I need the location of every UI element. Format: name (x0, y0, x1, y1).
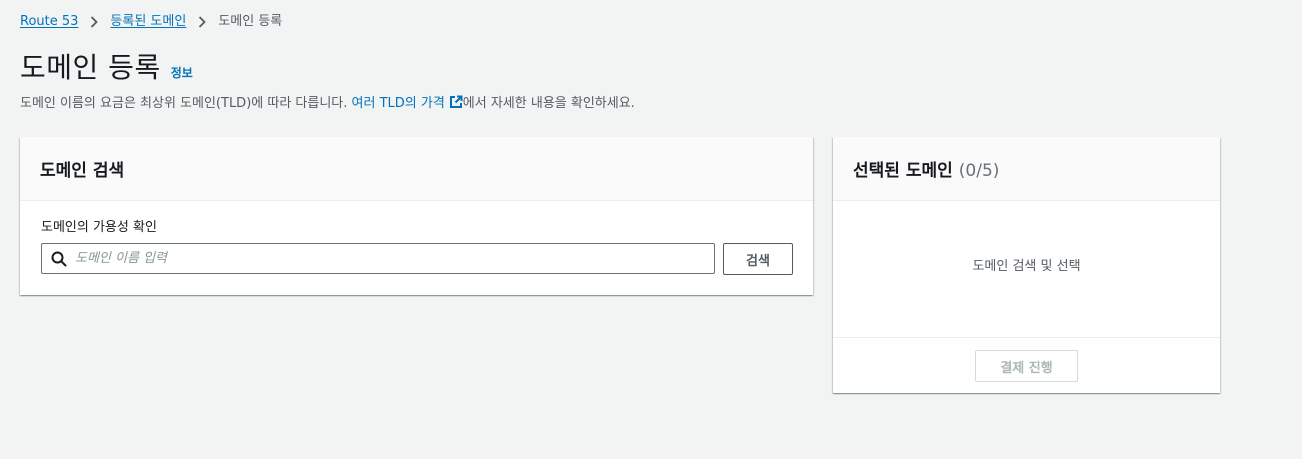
description-suffix: 에서 자세한 내용을 확인하세요. (462, 96, 635, 111)
selected-domains-count: (0/5) (958, 161, 1000, 181)
domain-search-title: 도메인 검색 (40, 161, 125, 181)
tld-pricing-link[interactable]: 여러 TLD의 가격 (351, 95, 463, 111)
description-prefix: 도메인 이름의 요금은 최상위 도메인(TLD)에 따라 다릅니다. (20, 96, 352, 111)
empty-state-text: 도메인 검색 및 선택 (972, 259, 1081, 274)
selected-domains-panel: 선택된 도메인 (0/5) 도메인 검색 및 선택 결제 진행 (833, 137, 1220, 393)
page-description: 도메인 이름의 요금은 최상위 도메인(TLD)에 따라 다릅니다. 여러 TL… (20, 94, 635, 116)
selected-domains-header: 선택된 도메인 (0/5) (833, 137, 1220, 201)
external-link-icon (449, 95, 463, 116)
proceed-to-checkout-button[interactable]: 결제 진행 (975, 350, 1078, 382)
divider (833, 337, 1220, 338)
domain-search-header: 도메인 검색 (20, 137, 813, 201)
info-link[interactable]: 정보 (171, 64, 193, 81)
tld-pricing-link-label: 여러 TLD의 가격 (351, 96, 445, 111)
search-button[interactable]: 검색 (723, 243, 793, 275)
breadcrumb: Route 53 등록된 도메인 도메인 등록 (20, 12, 282, 32)
breadcrumb-current: 도메인 등록 (218, 14, 283, 29)
page-title: 도메인 등록 (20, 51, 161, 84)
search-icon (51, 251, 67, 267)
breadcrumb-route53[interactable]: Route 53 (20, 12, 78, 32)
breadcrumb-registered-domains[interactable]: 등록된 도메인 (110, 12, 186, 32)
domain-search-input[interactable] (75, 244, 714, 273)
page: Route 53 등록된 도메인 도메인 등록 도메인 등록 정보 도메인 이름… (0, 0, 1302, 459)
chevron-right-icon (90, 16, 99, 28)
chevron-right-icon (198, 16, 207, 28)
search-input-wrapper[interactable] (41, 243, 715, 274)
domain-search-panel: 도메인 검색 도메인의 가용성 확인 검색 (20, 137, 813, 295)
availability-label: 도메인의 가용성 확인 (41, 220, 157, 235)
selected-domains-title-text: 선택된 도메인 (853, 161, 953, 181)
selected-domains-title: 선택된 도메인 (0/5) (853, 156, 999, 181)
title-row: 도메인 등록 정보 (20, 50, 193, 86)
